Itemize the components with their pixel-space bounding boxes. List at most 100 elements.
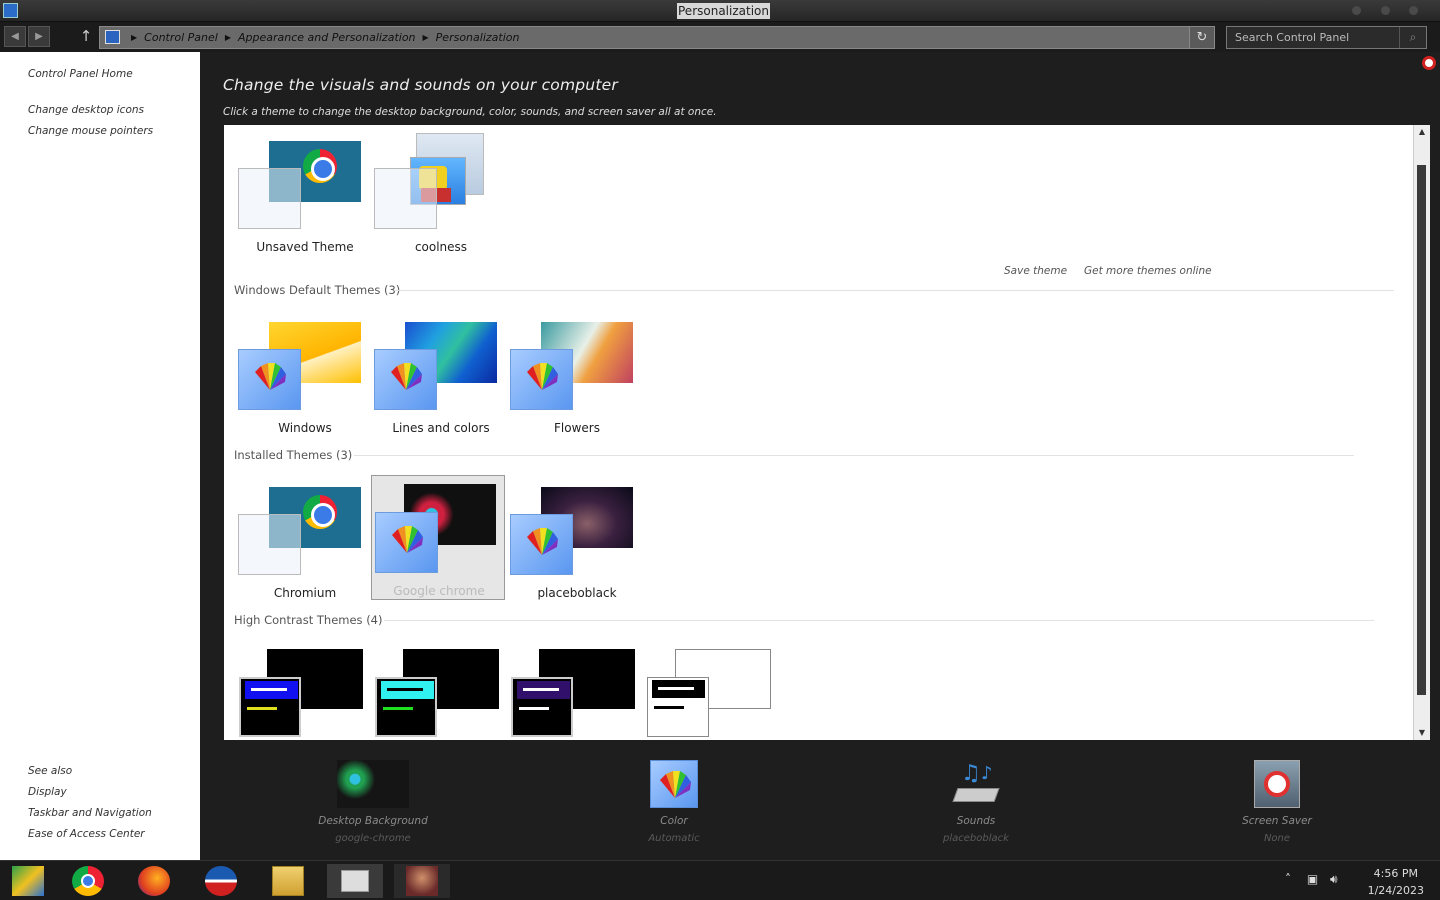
search-placeholder: Search Control Panel xyxy=(1235,31,1350,44)
minimize-button[interactable] xyxy=(1352,6,1361,15)
display-link[interactable]: Display xyxy=(28,786,67,798)
main-panel: Change the visuals and sounds on your co… xyxy=(200,52,1440,860)
taskbar-store[interactable] xyxy=(327,864,383,898)
search-input[interactable]: Search Control Panel ⌕ xyxy=(1226,26,1427,49)
navigation-bar: ◀ ▶ ↑ ▶ Control Panel ▶ Appearance and P… xyxy=(0,22,1440,52)
theme-high-contrast-black[interactable] xyxy=(511,649,645,740)
save-theme-link[interactable]: Save theme xyxy=(1004,265,1067,277)
firefox-icon xyxy=(138,866,170,896)
volume-icon[interactable]: 🔊︎ xyxy=(1330,872,1338,886)
chrome-icon xyxy=(303,495,337,529)
page-title: Change the visuals and sounds on your co… xyxy=(223,76,618,94)
refresh-icon[interactable]: ↻ xyxy=(1189,27,1214,48)
chrome-icon xyxy=(303,149,337,183)
theme-list: Unsaved Theme coolness Save theme Get mo… xyxy=(224,125,1413,740)
group-label-installed: Installed Themes (3) xyxy=(234,448,353,462)
change-desktop-icons-link[interactable]: Change desktop icons xyxy=(28,104,144,116)
file-explorer-icon xyxy=(272,866,304,896)
screen-saver-icon xyxy=(1254,760,1300,808)
theme-coolness[interactable]: coolness xyxy=(374,133,508,257)
breadcrumb-personalization[interactable]: Personalization xyxy=(436,31,520,44)
maximize-button[interactable] xyxy=(1381,6,1390,15)
desktop-background-title: Desktop Background xyxy=(318,815,428,827)
group-label-default: Windows Default Themes (3) xyxy=(234,283,401,297)
control-panel-home-link[interactable]: Control Panel Home xyxy=(28,68,133,80)
theme-label: Unsaved Theme xyxy=(256,240,354,254)
color-fan-icon xyxy=(650,760,698,808)
personalization-settings-bar: Desktop Background google-chrome Color A… xyxy=(200,740,1440,860)
scroll-down-icon[interactable]: ▼ xyxy=(1414,726,1430,740)
title-bar: Personalization xyxy=(0,0,1440,22)
theme-label: Flowers xyxy=(554,421,600,435)
back-button[interactable]: ◀ xyxy=(4,26,26,47)
clock[interactable]: 4:56 PM 1/24/2023 xyxy=(1368,865,1424,899)
taskbar-chrome[interactable] xyxy=(60,864,116,898)
theme-chromium[interactable]: Chromium xyxy=(238,479,372,603)
breadcrumb-control-panel[interactable]: Control Panel xyxy=(144,31,218,44)
taskbar-control-panel[interactable] xyxy=(0,864,56,898)
theme-label: Windows xyxy=(278,421,332,435)
address-bar[interactable]: ▶ Control Panel ▶ Appearance and Persona… xyxy=(99,26,1215,49)
up-arrow-icon[interactable]: ↑ xyxy=(78,27,94,45)
color-fan-icon xyxy=(527,528,558,555)
browser-icon xyxy=(205,866,237,896)
photo-icon xyxy=(406,866,438,896)
theme-label: Chromium xyxy=(273,586,337,600)
page-subtitle: Click a theme to change the desktop back… xyxy=(223,106,717,118)
ease-of-access-link[interactable]: Ease of Access Center xyxy=(28,828,145,840)
get-more-themes-link[interactable]: Get more themes online xyxy=(1084,265,1212,277)
theme-high-contrast-white[interactable] xyxy=(647,649,781,740)
color-button[interactable]: Color Automatic xyxy=(574,740,774,856)
control-panel-icon[interactable] xyxy=(3,3,18,18)
screen-saver-title: Screen Saver xyxy=(1242,815,1312,827)
theme-label: Lines and colors xyxy=(392,421,490,435)
change-mouse-pointers-link[interactable]: Change mouse pointers xyxy=(28,125,153,137)
breadcrumb-appearance[interactable]: Appearance and Personalization xyxy=(238,31,416,44)
color-fan-icon xyxy=(527,363,558,390)
taskbar: ˄ ▣ 🔊︎ 4:56 PM 1/24/2023 xyxy=(0,860,1440,900)
color-fan-icon xyxy=(255,363,286,390)
store-icon xyxy=(341,870,369,892)
close-icon[interactable] xyxy=(1422,56,1436,70)
scrollbar-thumb[interactable] xyxy=(1417,165,1426,695)
theme-lines-and-colors[interactable]: Lines and colors xyxy=(374,314,508,438)
clock-date: 1/24/2023 xyxy=(1367,884,1424,897)
system-tray: ˄ ▣ 🔊︎ xyxy=(1285,872,1338,887)
desktop-background-icon xyxy=(337,760,409,808)
group-label-high-contrast: High Contrast Themes (4) xyxy=(234,613,383,627)
control-panel-icon xyxy=(12,866,44,896)
vertical-scrollbar[interactable]: ▲ ▼ xyxy=(1413,125,1430,740)
theme-google-chrome[interactable]: Google chrome xyxy=(371,475,505,600)
search-icon[interactable]: ⌕ xyxy=(1399,27,1426,48)
sounds-title: Sounds xyxy=(956,815,996,827)
window-title: Personalization xyxy=(677,3,770,19)
sounds-icon: ♫ ♪ xyxy=(951,760,1001,808)
sounds-value: placeboblack xyxy=(943,833,1009,844)
screen-saver-button[interactable]: Screen Saver None xyxy=(1177,740,1377,856)
forward-button[interactable]: ▶ xyxy=(28,26,50,47)
color-fan-icon xyxy=(391,363,422,390)
scroll-up-icon[interactable]: ▲ xyxy=(1414,125,1430,139)
theme-high-contrast-1[interactable] xyxy=(239,649,373,740)
theme-windows[interactable]: Windows xyxy=(238,314,372,438)
theme-placeboblack[interactable]: placeboblack xyxy=(510,479,644,603)
clock-time: 4:56 PM xyxy=(1373,867,1418,880)
taskbar-firefox[interactable] xyxy=(126,864,182,898)
sidebar: Control Panel Home Change desktop icons … xyxy=(0,52,200,860)
theme-high-contrast-2[interactable] xyxy=(375,649,509,740)
chevron-up-icon[interactable]: ˄ xyxy=(1285,872,1291,886)
breadcrumb: ▶ Control Panel ▶ Appearance and Persona… xyxy=(131,31,520,44)
see-also-heading: See also xyxy=(28,765,73,777)
theme-unsaved[interactable]: Unsaved Theme xyxy=(238,133,372,257)
theme-label: coolness xyxy=(414,240,468,254)
theme-flowers[interactable]: Flowers xyxy=(510,314,644,438)
taskbar-photos[interactable] xyxy=(394,864,450,898)
taskbar-file-explorer[interactable] xyxy=(260,864,316,898)
taskbar-browser[interactable] xyxy=(193,864,249,898)
taskbar-navigation-link[interactable]: Taskbar and Navigation xyxy=(28,807,152,819)
network-icon[interactable]: ▣ xyxy=(1307,872,1318,886)
sounds-button[interactable]: ♫ ♪ Sounds placeboblack xyxy=(876,740,1076,856)
desktop-background-button[interactable]: Desktop Background google-chrome xyxy=(273,740,473,856)
close-button[interactable] xyxy=(1409,6,1418,15)
chrome-icon xyxy=(72,866,104,896)
